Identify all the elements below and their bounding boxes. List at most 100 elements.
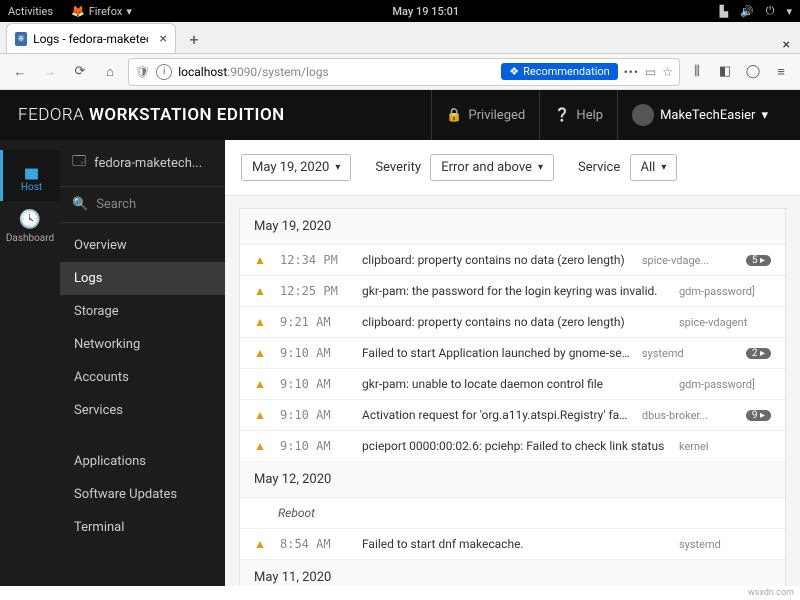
sidebar-nav: Overview Logs Storage Networking Account…: [60, 223, 225, 550]
search-icon: 🔍: [72, 197, 88, 212]
recommendation-badge[interactable]: ❖ Recommendation: [501, 63, 618, 80]
home-button[interactable]: ⌂: [98, 60, 122, 84]
window-close-button[interactable]: ×: [773, 37, 800, 53]
tab-favicon: ⎈: [15, 32, 27, 46]
log-service: dbus-broker...: [642, 409, 734, 422]
url-bar[interactable]: 🛡 i localhost:9090/system/logs ❖ Recomme…: [128, 58, 680, 86]
user-menu[interactable]: MakeTechEasier ▾: [617, 90, 782, 140]
warning-icon: ▲: [254, 377, 268, 391]
network-icon[interactable]: ▙: [720, 5, 728, 18]
volume-icon[interactable]: 🔊: [740, 5, 754, 18]
privileged-indicator[interactable]: 🔒 Privileged: [431, 90, 539, 140]
help-icon: ❔: [554, 108, 570, 123]
log-service: kernel: [679, 440, 771, 453]
account-icon[interactable]: ◯: [742, 64, 764, 79]
log-time: 9:10 AM: [280, 377, 350, 391]
help-menu[interactable]: ❔ Help: [539, 90, 617, 140]
log-message: clipboard: property contains no data (ze…: [362, 315, 667, 329]
sidebar-item-applications[interactable]: Applications: [60, 445, 225, 478]
tab-title: Logs - fedora-maketeche: [33, 32, 147, 46]
page-watermark: wsxdn.com: [0, 586, 800, 600]
activities-button[interactable]: Activities: [8, 5, 53, 18]
log-service: systemd: [642, 347, 734, 360]
log-service: spice-vdagent: [679, 316, 771, 329]
log-row[interactable]: ▲9:21 AMclipboard: property contains no …: [240, 307, 785, 338]
log-row[interactable]: ▲9:10 AMpcieport 0000:00:02.6: pciehp: F…: [240, 431, 785, 462]
search-placeholder: Search: [96, 197, 136, 212]
log-time: 9:10 AM: [280, 346, 350, 360]
log-message: clipboard: property contains no data (ze…: [362, 253, 630, 267]
warning-icon: ▲: [254, 408, 268, 422]
rail-dashboard[interactable]: 🕓 Dashboard: [0, 201, 60, 252]
warning-icon: ▲: [254, 537, 268, 551]
host-icon: 🗔: [72, 152, 86, 174]
forward-button[interactable]: →: [38, 60, 62, 84]
log-time: 12:34 PM: [280, 253, 350, 267]
site-info-icon[interactable]: i: [156, 64, 172, 80]
avatar: [632, 104, 654, 126]
back-button[interactable]: ←: [8, 60, 32, 84]
sidebar-item-networking[interactable]: Networking: [60, 328, 225, 361]
warning-icon: ▲: [254, 284, 268, 298]
power-icon[interactable]: ⏻: [766, 4, 775, 18]
log-time: 12:25 PM: [280, 284, 350, 298]
log-count-badge: 2 ▸: [746, 348, 771, 359]
sidebar-item-services[interactable]: Services: [60, 394, 225, 427]
log-count-badge: 5 ▸: [746, 255, 771, 266]
log-row[interactable]: ▲12:25 PMgkr-pam: the password for the l…: [240, 276, 785, 307]
sidebar-item-terminal[interactable]: Terminal: [60, 511, 225, 544]
bookmark-icon[interactable]: ☆: [662, 65, 673, 79]
log-row[interactable]: ▲ 9:10 AM gkr-pam: unable to locate daemon…: [240, 369, 785, 400]
log-date-header: May 12, 2020: [240, 462, 785, 498]
menu-icon[interactable]: ≡: [770, 64, 792, 80]
sidebar-item-software-updates[interactable]: Software Updates: [60, 478, 225, 511]
warning-icon: ▲: [254, 315, 268, 329]
severity-label: Severity: [375, 160, 421, 175]
shield-icon[interactable]: 🛡: [135, 65, 150, 79]
reboot-marker: Reboot: [240, 498, 785, 529]
severity-filter[interactable]: Error and above: [430, 154, 554, 181]
main-content: May 19, 2020 Severity Error and above Se…: [225, 140, 800, 586]
reader-icon[interactable]: ▭: [645, 65, 656, 79]
log-date-header: May 19, 2020: [240, 209, 785, 245]
sidebar: 🗔 fedora-maketech... 🔍 Search Overview L…: [60, 140, 225, 586]
gnome-top-bar: Activities 🦊 Firefox ▾ May 19 15:01 ▙ 🔊 …: [0, 0, 800, 22]
log-list[interactable]: May 19, 2020 ▲ 12:34 PM clipboard: property…: [225, 196, 800, 586]
log-row[interactable]: ▲ 12:34 PM clipboard: property contains no…: [240, 245, 785, 276]
log-row[interactable]: ▲8:54 AMFailed to start dnf makecache.sy…: [240, 529, 785, 560]
date-filter[interactable]: May 19, 2020: [241, 154, 351, 181]
cockpit-header: FEDORA WORKSTATION EDITION 🔒 Privileged …: [0, 90, 800, 140]
sidebar-item-logs[interactable]: Logs: [60, 262, 225, 295]
sidebar-item-overview[interactable]: Overview: [60, 229, 225, 262]
sidebar-icon[interactable]: ◧: [714, 64, 736, 79]
warning-icon: ▲: [254, 439, 268, 453]
lock-icon: 🔒: [446, 108, 462, 123]
dashboard-icon: 🕓: [19, 209, 41, 230]
new-tab-button[interactable]: +: [180, 25, 208, 53]
log-filters: May 19, 2020 Severity Error and above Se…: [225, 140, 800, 196]
browser-tab-strip: ⎈ Logs - fedora-maketeche × + ×: [0, 22, 800, 54]
server-icon: ▄: [25, 158, 38, 179]
rail-host[interactable]: ▄ Host: [0, 150, 60, 201]
log-row[interactable]: ▲9:10 AMActivation request for 'org.a11y…: [240, 400, 785, 431]
log-message: Failed to start Application launched by …: [362, 346, 630, 360]
warning-icon: ▲: [254, 253, 268, 267]
log-service: gdm-password]: [679, 378, 771, 391]
chevron-down-icon[interactable]: ▾: [786, 5, 792, 18]
library-icon[interactable]: ⫼: [686, 64, 708, 79]
page-actions-icon[interactable]: •••: [624, 65, 639, 79]
log-message: gkr-pam: unable to locate daemon control…: [362, 377, 667, 391]
sidebar-search[interactable]: 🔍 Search: [60, 187, 225, 223]
sidebar-host[interactable]: 🗔 fedora-maketech...: [60, 140, 225, 187]
sidebar-item-accounts[interactable]: Accounts: [60, 361, 225, 394]
app-menu[interactable]: 🦊 Firefox ▾: [71, 5, 132, 18]
clock[interactable]: May 19 15:01: [132, 5, 720, 18]
reload-button[interactable]: ⟳: [68, 60, 92, 84]
sidebar-item-storage[interactable]: Storage: [60, 295, 225, 328]
log-service: spice-vdage...: [642, 254, 734, 267]
log-row[interactable]: ▲9:10 AMFailed to start Application laun…: [240, 338, 785, 369]
browser-tab[interactable]: ⎈ Logs - fedora-maketeche ×: [6, 23, 176, 53]
service-filter[interactable]: All: [630, 154, 678, 181]
close-tab-icon[interactable]: ×: [160, 31, 167, 47]
log-count-badge: 9 ▸: [746, 410, 771, 421]
